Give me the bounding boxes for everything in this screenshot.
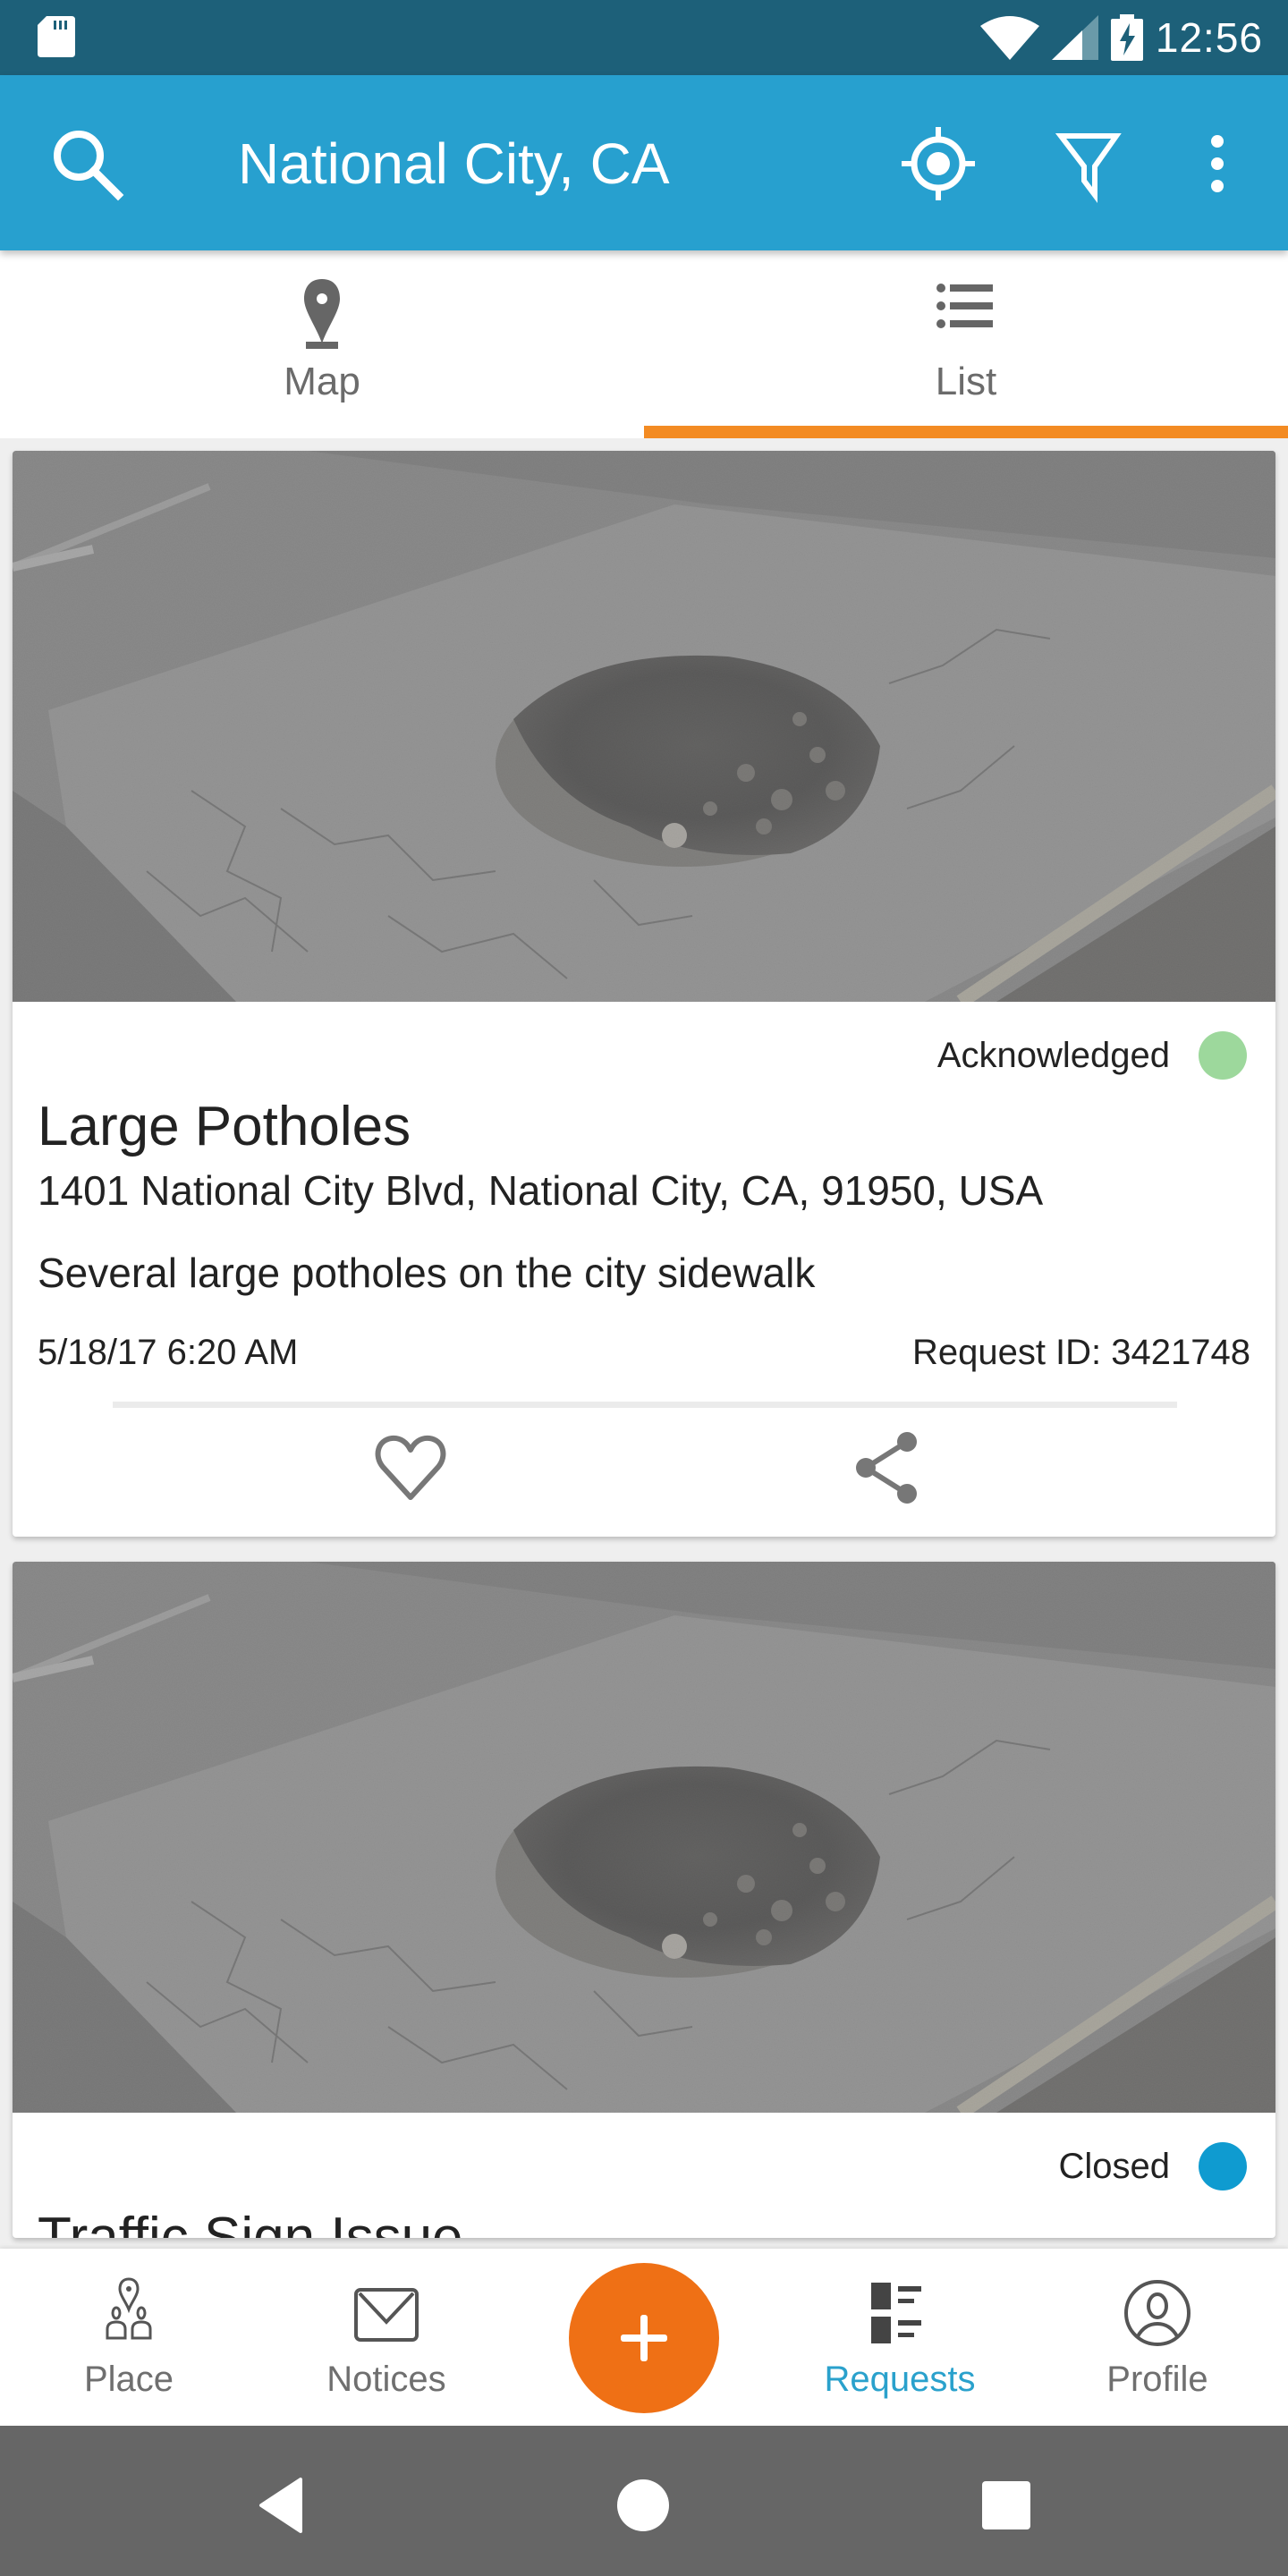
status-badge: Closed <box>1058 2140 1247 2193</box>
request-date: 5/18/17 6:20 AM <box>38 1333 299 1372</box>
heart-icon[interactable] <box>370 1428 451 1508</box>
battery-charging-icon <box>1110 14 1143 61</box>
nav-item-profile[interactable]: Profile <box>1068 2249 1247 2426</box>
cell-signal-icon <box>1051 15 1098 60</box>
nav-label: Place <box>83 2360 174 2399</box>
status-text: Closed <box>1058 2146 1170 2186</box>
home-icon[interactable] <box>612 2474 674 2537</box>
plus-icon <box>621 2315 667 2361</box>
request-photo[interactable] <box>13 1562 1275 2113</box>
system-navigation-bar <box>0 2426 1288 2576</box>
my-location-icon[interactable] <box>898 123 979 204</box>
place-people-icon <box>106 2277 152 2340</box>
envelope-icon <box>354 2288 419 2342</box>
nav-label: Notices <box>326 2360 446 2399</box>
nav-label: Profile <box>1106 2360 1208 2399</box>
request-card[interactable]: Acknowledged Large Potholes 1401 Nationa… <box>13 451 1275 1537</box>
requests-list-icon <box>871 2283 921 2343</box>
card-divider <box>113 1402 1177 1408</box>
nav-item-notices[interactable]: Notices <box>297 2249 476 2426</box>
request-title: Large Potholes <box>38 1096 411 1157</box>
recents-icon[interactable] <box>975 2474 1038 2537</box>
nav-item-requests[interactable]: Requests <box>810 2249 989 2426</box>
tab-active-indicator <box>644 426 1288 438</box>
sd-card-icon <box>38 16 75 57</box>
profile-icon <box>1124 2280 1191 2346</box>
request-photo[interactable] <box>13 451 1275 1002</box>
request-card[interactable]: Closed Traffic Sign Issue <box>13 1562 1275 2238</box>
wifi-icon <box>979 16 1039 60</box>
clock: 12:56 <box>1155 14 1263 61</box>
search-icon[interactable] <box>47 123 127 204</box>
tab-label: Map <box>284 360 360 403</box>
map-pin-icon <box>304 279 340 349</box>
status-dot <box>1199 1031 1247 1080</box>
request-title: Traffic Sign Issue <box>38 2207 463 2238</box>
add-request-button[interactable] <box>569 2263 719 2413</box>
nav-item-place[interactable]: Place <box>39 2249 218 2426</box>
share-icon[interactable] <box>846 1428 927 1508</box>
back-icon[interactable] <box>252 2474 315 2537</box>
app-bar: National City, CA <box>0 75 1288 250</box>
location-title[interactable]: National City, CA <box>238 131 670 197</box>
request-address: 1401 National City Blvd, National City, … <box>38 1167 1044 1214</box>
nav-label: Requests <box>824 2360 976 2399</box>
status-dot <box>1199 2142 1247 2190</box>
tab-list[interactable]: List <box>644 250 1288 438</box>
tab-map[interactable]: Map <box>0 250 644 438</box>
filter-icon[interactable] <box>1048 123 1129 204</box>
status-badge: Acknowledged <box>937 1029 1247 1082</box>
status-text: Acknowledged <box>936 1035 1170 1075</box>
view-tabs: Map List <box>0 250 1288 438</box>
request-id: Request ID: 3421748 <box>911 1333 1250 1372</box>
bottom-navigation: Place Notices Requests Profile <box>0 2249 1288 2426</box>
tab-label: List <box>935 360 997 403</box>
status-bar: 12:56 <box>0 0 1288 75</box>
list-icon <box>936 284 993 328</box>
request-description: Several large potholes on the city sidew… <box>38 1250 816 1296</box>
more-vert-icon[interactable] <box>1186 123 1249 204</box>
